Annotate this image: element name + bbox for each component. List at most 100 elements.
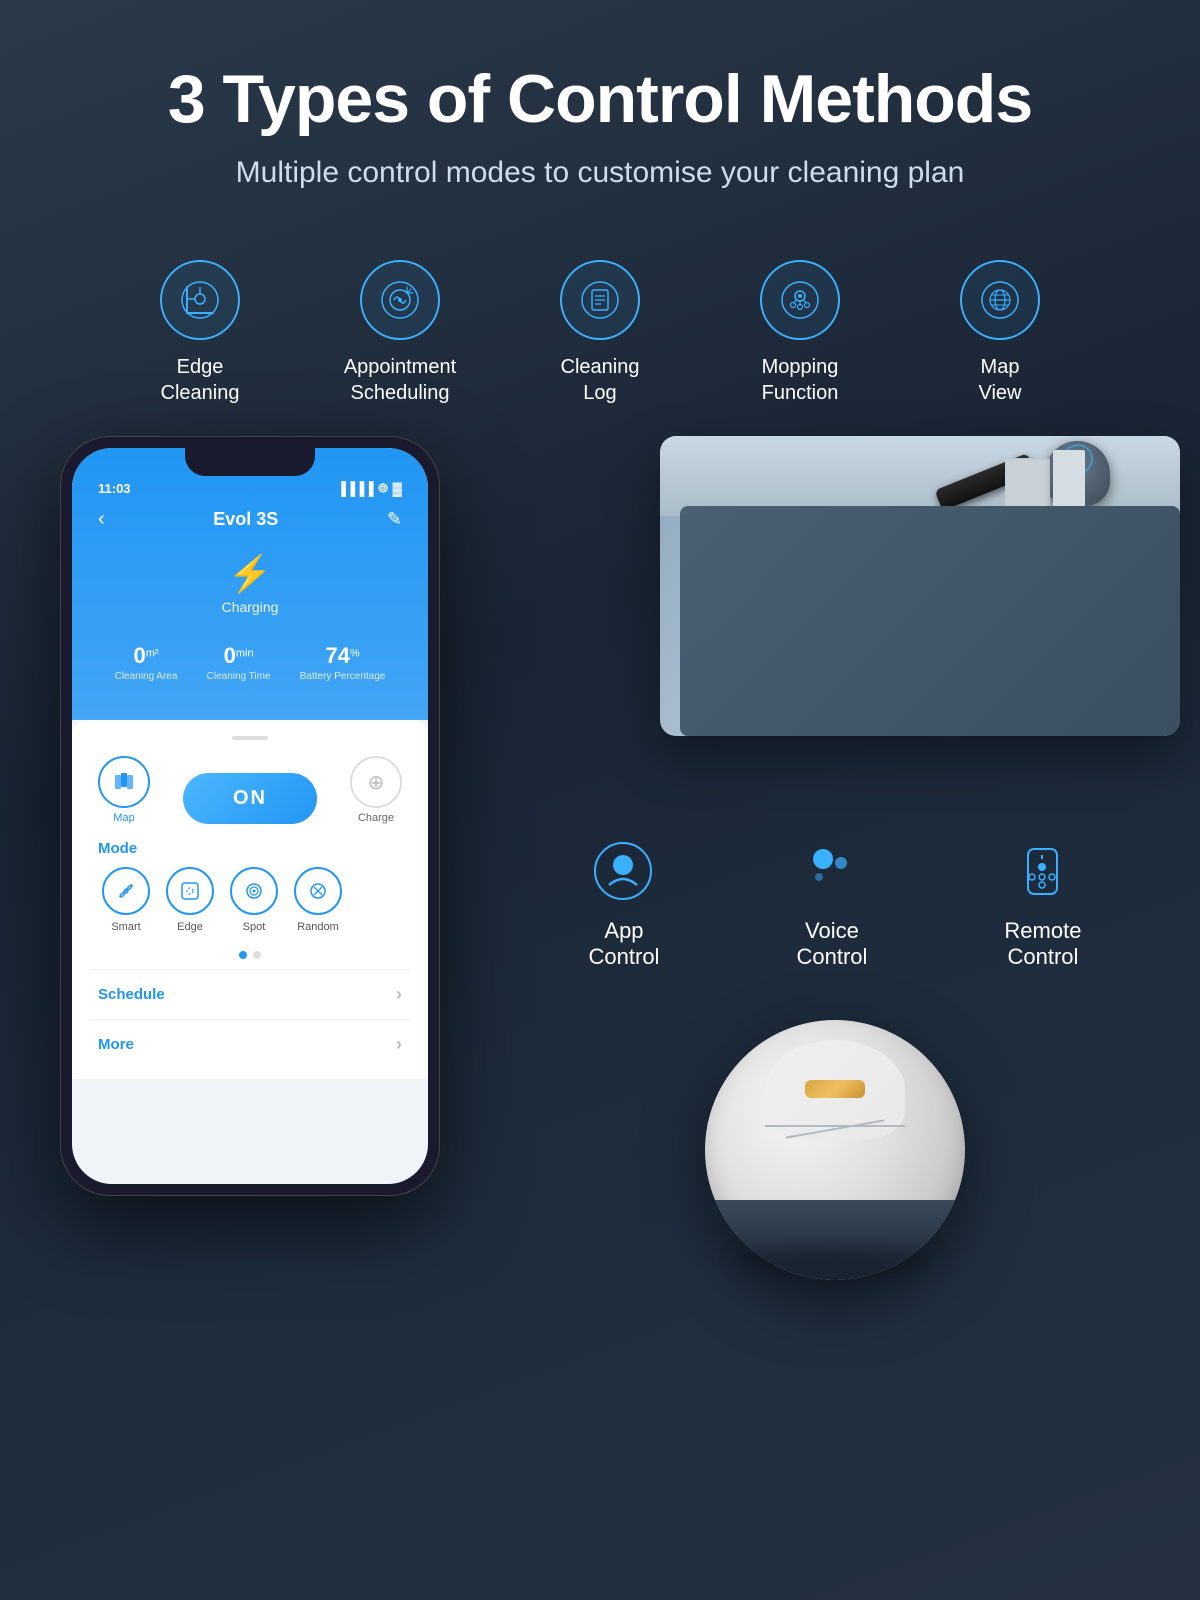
- app-control-icon: [591, 839, 656, 904]
- cleaning-log-icon: [579, 279, 621, 321]
- phone-stats: 0m² Cleaning Area 0min Cleaning Time: [90, 633, 410, 700]
- schedule-chevron: ›: [396, 984, 402, 1005]
- app-control-icon-area: [589, 836, 659, 906]
- phone-blue-header: 11:03 ▐▐▐▐ ⊚ ▓ ‹ Evol 3S ✎ ⚡: [72, 448, 428, 720]
- appointment-scheduling-icon-circle: [360, 260, 440, 340]
- shelf-body: [680, 506, 1180, 736]
- phone-screen: 11:03 ▐▐▐▐ ⊚ ▓ ‹ Evol 3S ✎ ⚡: [72, 448, 428, 1184]
- remote-control-line1: Remote: [1004, 918, 1081, 944]
- robot-vacuum: [705, 1020, 965, 1280]
- app-control-item: App Control: [589, 836, 660, 970]
- smart-mode-icon-circle: [102, 867, 150, 915]
- voice-control-line2: Control: [796, 944, 867, 970]
- remote-control-item: Remote Control: [1004, 836, 1081, 970]
- cleaning-log-icon-circle: [560, 260, 640, 340]
- feature-edge-cleaning: EdgeCleaning: [130, 260, 270, 406]
- battery-value-display: 74%: [300, 643, 386, 669]
- edge-icon: [179, 880, 201, 902]
- map-icon: [112, 770, 136, 794]
- mode-section: Mode Smart: [90, 832, 410, 941]
- book-stack-2: [1053, 450, 1085, 508]
- wifi-icon: ⊚: [378, 480, 389, 496]
- phone-controls-row: Map ON ⊕ Charge: [90, 752, 410, 832]
- edge-cleaning-icon-circle: [160, 260, 240, 340]
- map-label: Map: [113, 812, 134, 824]
- header-section: 3 Types of Control Methods Multiple cont…: [0, 0, 1200, 220]
- mode-random[interactable]: Random: [294, 867, 342, 933]
- feature-cleaning-log: CleaningLog: [530, 260, 670, 406]
- dot-1: [239, 951, 247, 959]
- spot-icon: [243, 880, 265, 902]
- smart-icon: [115, 880, 137, 902]
- edge-cleaning-label: EdgeCleaning: [161, 354, 240, 406]
- robot-shadow: [735, 1250, 935, 1270]
- cleaning-area-unit: m²: [146, 648, 159, 660]
- on-button[interactable]: ON: [183, 773, 317, 824]
- main-title: 3 Types of Control Methods: [40, 60, 1160, 138]
- phone-outer: 11:03 ▐▐▐▐ ⊚ ▓ ‹ Evol 3S ✎ ⚡: [60, 436, 440, 1196]
- more-chevron: ›: [396, 1034, 402, 1055]
- mode-smart[interactable]: Smart: [102, 867, 150, 933]
- voice-control-item: Voice Control: [796, 836, 867, 970]
- mopping-function-icon: [779, 279, 821, 321]
- cleaning-time-unit: min: [236, 648, 254, 660]
- cleaning-time-label: Cleaning Time: [207, 671, 271, 682]
- random-label: Random: [297, 921, 339, 933]
- voice-control-label: Voice Control: [796, 918, 867, 970]
- shelf-image: [660, 436, 1180, 736]
- cleaning-area-label: Cleaning Area: [115, 671, 178, 682]
- edit-icon[interactable]: ✎: [387, 509, 402, 530]
- lightning-icon: ⚡: [228, 553, 273, 595]
- smart-label: Smart: [111, 921, 140, 933]
- phone-charging-section: ⚡ Charging: [90, 543, 410, 633]
- phone-wrapper: 11:03 ▐▐▐▐ ⊚ ▓ ‹ Evol 3S ✎ ⚡: [60, 436, 480, 1290]
- edge-label: Edge: [177, 921, 203, 933]
- phone-nav-bar: ‹ Evol 3S ✎: [90, 504, 410, 543]
- phone-device-name: Evol 3S: [213, 509, 278, 530]
- charge-button[interactable]: ⊕ Charge: [350, 756, 402, 824]
- charging-label: Charging: [222, 599, 279, 615]
- edge-cleaning-icon: [179, 279, 221, 321]
- edge-mode-icon-circle: [166, 867, 214, 915]
- mode-spot[interactable]: Spot: [230, 867, 278, 933]
- charge-label: Charge: [358, 812, 394, 824]
- app-control-label: App Control: [589, 918, 660, 970]
- more-row[interactable]: More ›: [90, 1019, 410, 1069]
- cleaning-area-stat: 0m² Cleaning Area: [115, 643, 178, 682]
- random-mode-icon-circle: [294, 867, 342, 915]
- cleaning-time-value: 0min: [207, 643, 271, 669]
- schedule-row[interactable]: Schedule ›: [90, 969, 410, 1019]
- remote-control-icon-area: [1008, 836, 1078, 906]
- schedule-label: Schedule: [98, 986, 165, 1003]
- charge-icon: ⊕: [368, 770, 385, 795]
- appointment-scheduling-icon: [379, 279, 421, 321]
- map-icon-circle: [98, 756, 150, 808]
- robot-line: [765, 1125, 905, 1127]
- mode-icons-row: Smart Edge: [98, 867, 402, 933]
- more-label: More: [98, 1036, 134, 1053]
- battery-icon: ▓: [393, 481, 402, 496]
- map-view-icon: [979, 279, 1021, 321]
- spot-mode-icon-circle: [230, 867, 278, 915]
- dot-2: [253, 951, 261, 959]
- remote-control-line2: Control: [1004, 944, 1081, 970]
- signal-icon: ▐▐▐▐: [337, 481, 374, 496]
- battery-stat: 74% Battery Percentage: [300, 643, 386, 682]
- remote-control-icon: [1010, 839, 1075, 904]
- mode-section-title: Mode: [98, 840, 402, 857]
- back-icon[interactable]: ‹: [98, 508, 105, 531]
- map-view-label: MapView: [979, 354, 1022, 406]
- feature-mopping-function: MoppingFunction: [730, 260, 870, 406]
- phone-white-area: Map ON ⊕ Charge Mode: [72, 720, 428, 1079]
- mopping-function-icon-circle: [760, 260, 840, 340]
- mopping-function-label: MoppingFunction: [762, 354, 839, 406]
- phone-status-icons: ▐▐▐▐ ⊚ ▓: [337, 480, 402, 496]
- cleaning-time-stat: 0min Cleaning Time: [207, 643, 271, 682]
- map-button[interactable]: Map: [98, 756, 150, 824]
- robot-gold-strip: [805, 1080, 865, 1098]
- feature-appointment-scheduling: AppointmentScheduling: [330, 260, 470, 406]
- voice-control-icon: [799, 839, 864, 904]
- mode-edge[interactable]: Edge: [166, 867, 214, 933]
- features-row: EdgeCleaning AppointmentScheduling Clean: [0, 220, 1200, 426]
- robot-vacuum-container: [705, 1020, 965, 1280]
